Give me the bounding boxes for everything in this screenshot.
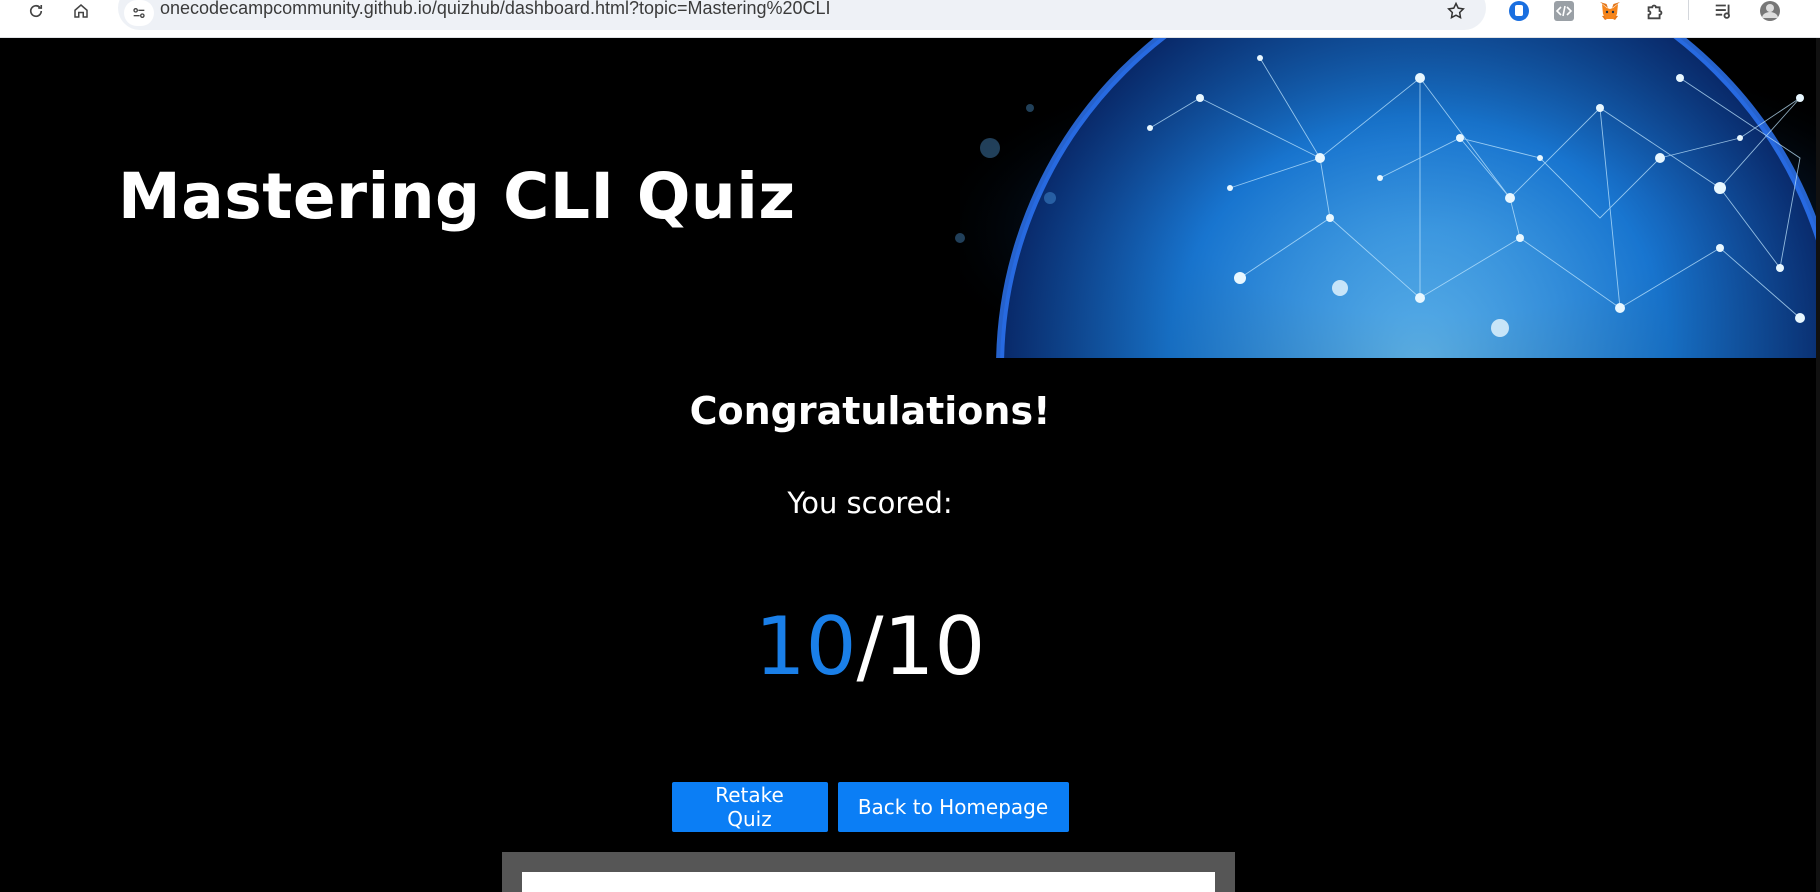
bookmark-star-icon[interactable] (1442, 0, 1470, 22)
score-display: 10/10 (0, 607, 1740, 687)
hero-banner: Mastering CLI Quiz (0, 38, 1820, 358)
extension-devtools-icon[interactable] (1552, 0, 1576, 22)
url-text[interactable]: onecodecampcommunity.github.io/quizhub/d… (160, 0, 831, 19)
profile-avatar-icon[interactable] (1756, 0, 1784, 22)
extension-metamask-icon[interactable] (1597, 0, 1623, 22)
browser-toolbar: onecodecampcommunity.github.io/quizhub/d… (0, 0, 1820, 38)
toolbar-divider (1688, 0, 1689, 20)
retake-quiz-button[interactable]: Retake Quiz (671, 782, 828, 832)
result-actions: Retake Quiz Back to Homepage (0, 782, 1740, 832)
extension-bitwarden-icon[interactable] (1507, 0, 1531, 22)
reload-icon[interactable] (21, 0, 51, 22)
address-bar[interactable]: onecodecampcommunity.github.io/quizhub/d… (118, 0, 1486, 30)
site-info-icon[interactable] (124, 0, 154, 26)
score-total: 10 (883, 600, 986, 693)
home-icon[interactable] (66, 0, 96, 22)
media-queue-icon[interactable] (1712, 0, 1736, 22)
back-to-homepage-button[interactable]: Back to Homepage (837, 782, 1069, 832)
answers-review-card (522, 872, 1215, 892)
page-scrollbar[interactable] (1816, 38, 1820, 892)
congrats-heading: Congratulations! (689, 389, 1051, 433)
answers-review-panel (502, 852, 1235, 892)
score-value: 10 (754, 600, 857, 693)
network-globe-illustration (900, 38, 1820, 358)
score-separator: / (856, 600, 884, 693)
extensions-puzzle-icon[interactable] (1643, 0, 1667, 22)
score-label: You scored: (787, 486, 953, 520)
page-title: Mastering CLI Quiz (118, 160, 796, 233)
